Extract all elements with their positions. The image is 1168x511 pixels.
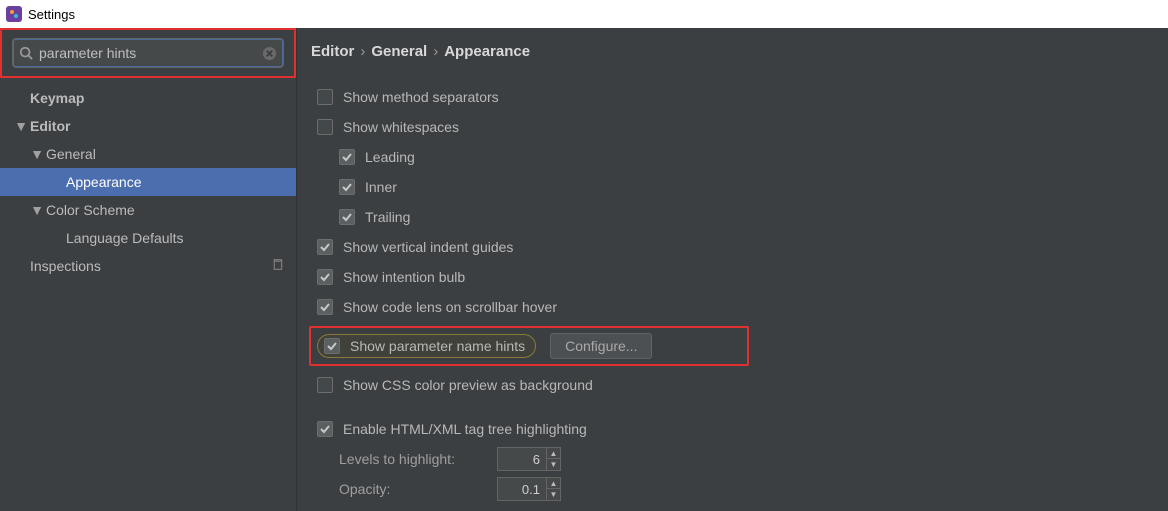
checkbox-icon[interactable] [339, 149, 355, 165]
copy-icon[interactable] [271, 258, 284, 274]
checkbox-icon[interactable] [317, 239, 333, 255]
option-leading[interactable]: Leading [317, 142, 1168, 172]
breadcrumb-separator: › [360, 43, 365, 60]
app-icon [6, 6, 22, 22]
chevron-down-icon: ▼ [14, 118, 28, 134]
settings-content: Editor › General › Appearance Show metho… [297, 28, 1168, 511]
checkbox-icon[interactable] [317, 89, 333, 105]
field-opacity: Opacity: 0.1 ▲▼ [317, 474, 1168, 504]
stepper-buttons[interactable]: ▲▼ [546, 478, 560, 500]
step-up-icon[interactable]: ▲ [547, 448, 560, 459]
option-html-tree[interactable]: Enable HTML/XML tag tree highlighting [317, 414, 1168, 444]
search-highlight-box [0, 28, 296, 78]
step-up-icon[interactable]: ▲ [547, 478, 560, 489]
option-whitespaces[interactable]: Show whitespaces [317, 112, 1168, 142]
step-down-icon[interactable]: ▼ [547, 459, 560, 470]
checkbox-icon[interactable] [339, 209, 355, 225]
option-vertical-guides[interactable]: Show vertical indent guides [317, 232, 1168, 262]
option-param-hints-highlight: Show parameter name hints Configure... [309, 326, 749, 366]
option-param-hints[interactable]: Show parameter name hints [317, 334, 536, 358]
clear-search-icon[interactable] [262, 46, 277, 61]
sidebar-item-inspections[interactable]: Inspections [0, 252, 296, 280]
breadcrumb-part: General [371, 43, 427, 60]
search-icon [19, 46, 33, 60]
option-css-preview[interactable]: Show CSS color preview as background [317, 370, 1168, 400]
step-down-icon[interactable]: ▼ [547, 489, 560, 500]
breadcrumb-part: Editor [311, 43, 354, 60]
option-inner[interactable]: Inner [317, 172, 1168, 202]
sidebar-item-editor[interactable]: ▼ Editor [0, 112, 296, 140]
option-method-separators[interactable]: Show method separators [317, 82, 1168, 112]
checkbox-icon[interactable] [317, 119, 333, 135]
sidebar-item-appearance[interactable]: Appearance [0, 168, 296, 196]
window-title: Settings [28, 7, 75, 22]
option-intention-bulb[interactable]: Show intention bulb [317, 262, 1168, 292]
search-input[interactable] [39, 45, 262, 61]
stepper-buttons[interactable]: ▲▼ [546, 448, 560, 470]
field-levels: Levels to highlight: 6 ▲▼ [317, 444, 1168, 474]
breadcrumb: Editor › General › Appearance [297, 28, 1168, 74]
sidebar-item-general[interactable]: ▼ General [0, 140, 296, 168]
chevron-down-icon: ▼ [30, 202, 44, 218]
checkbox-icon[interactable] [317, 421, 333, 437]
options-panel: Show method separators Show whitespaces … [297, 74, 1168, 504]
chevron-down-icon: ▼ [30, 146, 44, 162]
sidebar-item-color-scheme[interactable]: ▼ Color Scheme [0, 196, 296, 224]
breadcrumb-part: Appearance [444, 43, 530, 60]
levels-stepper[interactable]: 6 ▲▼ [497, 447, 561, 471]
sidebar-item-language-defaults[interactable]: Language Defaults [0, 224, 296, 252]
settings-tree: Keymap ▼ Editor ▼ General Appearance ▼ C… [0, 78, 296, 280]
checkbox-icon[interactable] [317, 377, 333, 393]
checkbox-icon[interactable] [324, 338, 340, 354]
breadcrumb-separator: › [433, 43, 438, 60]
checkbox-icon[interactable] [317, 299, 333, 315]
checkbox-icon[interactable] [317, 269, 333, 285]
checkbox-icon[interactable] [339, 179, 355, 195]
search-field[interactable] [12, 38, 284, 68]
configure-button[interactable]: Configure... [550, 333, 652, 359]
sidebar-item-keymap[interactable]: Keymap [0, 84, 296, 112]
titlebar: Settings [0, 0, 1168, 28]
opacity-stepper[interactable]: 0.1 ▲▼ [497, 477, 561, 501]
settings-sidebar: Keymap ▼ Editor ▼ General Appearance ▼ C… [0, 28, 296, 511]
option-code-lens[interactable]: Show code lens on scrollbar hover [317, 292, 1168, 322]
option-trailing[interactable]: Trailing [317, 202, 1168, 232]
